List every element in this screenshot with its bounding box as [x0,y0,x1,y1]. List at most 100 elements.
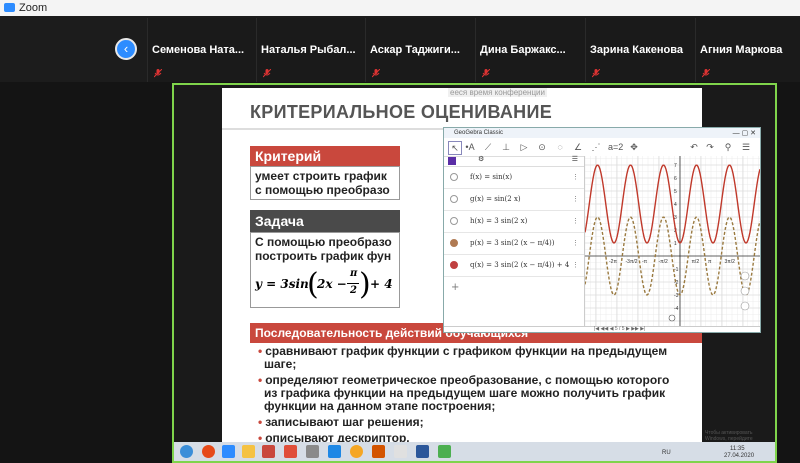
move-tool-icon[interactable]: ↖ [448,141,462,155]
participant-tile[interactable]: Зарина Какенова [585,18,695,82]
shared-screen: ееся время конференции КРИТЕРИАЛЬНОЕ ОЦЕ… [172,83,777,463]
task-line: построить график фун [255,249,392,263]
point-tool-icon[interactable]: •A [464,141,476,153]
participant-tile[interactable]: Агния Маркова [695,18,800,82]
y-tick-label: 6 [674,176,677,182]
sequence-bullet-cont: функции на данном этапе построения; [264,399,496,413]
windows-start-icon[interactable] [180,445,193,458]
formula-inner: 2x − [317,277,347,291]
chevron-left-icon: ‹ [123,41,129,56]
participant-tile[interactable]: Аскар Таджиги... [365,18,475,82]
reflect-tool-icon[interactable]: ⋰ [590,141,602,153]
more-icon[interactable]: ⋮ [572,233,579,254]
zoom-control-icon[interactable] [740,301,750,311]
sequence-bullet-cont: шаге; [264,357,297,371]
y-tick-label: -3 [674,293,679,299]
activation-note: Чтобы активировать Windows, перейдите [705,430,753,442]
polygon-tool-icon[interactable]: ▷ [518,141,530,153]
participant-name: Зарина Какенова [590,44,683,56]
algebra-expression: f(x) = sin(x) [470,173,513,181]
geogebra-icon[interactable] [438,445,451,458]
task-line: С помощью преобразо [255,235,392,249]
participant-tile[interactable]: Семенова Ната... [147,18,257,82]
sequence-bullet: • сравнивают график функции с графиком фу… [258,344,668,358]
x-tick-label: -π/2 [659,259,669,265]
participant-name: Агния Маркова [700,44,783,56]
powerpoint-icon[interactable] [372,445,385,458]
tray-time: 11:35 [730,446,745,452]
x-tick-label: -2π [609,259,617,265]
meeting-time-label: ееся время конференции [448,88,547,97]
y-tick-label: -4 [674,306,679,312]
app-icon[interactable] [262,445,275,458]
formula-paren-right: ) [359,267,371,302]
criterion-line: с помощью преобразо [255,183,390,197]
app-icon[interactable] [394,445,407,458]
chrome-icon[interactable] [350,445,363,458]
algebra-item[interactable]: g(x) = sin(2 x) ⋮ [444,189,584,211]
previous-page-button[interactable]: ‹ [115,38,137,60]
angle-tool-icon[interactable]: ∠ [572,141,584,153]
y-tick-label: 5 [674,189,677,195]
algebra-item[interactable]: h(x) = 3 sin(2 x) ⋮ [444,211,584,233]
y-tick-label: -1 [674,267,679,273]
sort-icon[interactable]: ☰ [572,155,578,163]
search-icon[interactable]: ⚲ [722,141,734,153]
redo-icon[interactable]: ↷ [704,141,716,153]
criterion-header: Критерий [250,146,400,166]
conic-tool-icon[interactable]: ◌ [554,141,566,153]
step-navigator[interactable]: |◀ ◀◀ ◀ 5 / 5 ▶ ▶▶ ▶| [594,326,645,332]
menu-icon[interactable]: ☰ [740,141,752,153]
algebra-expression: q(x) = 3 sin(2 (x − π/4)) + 4 [470,261,570,269]
app-icon[interactable] [306,445,319,458]
zoom-control-icon[interactable] [740,271,750,281]
input-plus-icon: + [451,282,460,293]
visibility-toggle-icon[interactable] [450,217,458,225]
word-icon[interactable] [416,445,429,458]
line-tool-icon[interactable]: ⟋ [482,141,494,153]
more-icon[interactable]: ⋮ [572,167,579,188]
algebra-item[interactable]: q(x) = 3 sin(2 (x − π/4)) + 4 ⋮ [444,255,584,277]
explorer-icon[interactable] [242,445,255,458]
opera-icon[interactable] [202,445,215,458]
undo-icon[interactable]: ↶ [688,141,700,153]
algebra-item[interactable]: f(x) = sin(x) ⋮ [444,167,584,189]
bullet-text: записывают шаг решения; [265,415,424,429]
criterion-box: умеет строить график с помощью преобразо [250,166,400,200]
slider-tool-icon[interactable]: a=2 [608,141,623,153]
y-tick-label: 4 [674,202,677,208]
zoom-control-icon[interactable] [740,286,750,296]
shared-taskbar [174,442,775,461]
more-icon[interactable]: ⋮ [572,189,579,210]
gear-icon[interactable]: ⚙ [478,155,484,163]
graphics-view[interactable]: -2π -3π/2 -π -π/2 π/2 π 3π/27654321-1-2-3-4 [585,156,760,326]
visibility-toggle-icon[interactable] [450,173,458,181]
style-color-icon[interactable] [448,157,456,165]
more-icon[interactable]: ⋮ [572,255,579,276]
algebra-input[interactable]: + [444,277,584,298]
visibility-toggle-icon[interactable] [450,239,458,247]
window-title-bar: Zoom [0,0,800,16]
visibility-toggle-icon[interactable] [450,261,458,269]
app-icon[interactable] [328,445,341,458]
bullet-text: сравнивают график функции с графиком фун… [265,344,668,358]
algebra-expression: h(x) = 3 sin(2 x) [470,217,528,225]
window-title: Zoom [19,2,48,14]
participant-tile[interactable]: Дина Баржакс... [475,18,585,82]
task-header: Задача [250,210,400,232]
participant-tile[interactable]: Наталья Рыбал... [256,18,366,82]
move-view-tool-icon[interactable]: ✥ [628,141,640,153]
zoom-icon[interactable] [222,445,235,458]
app-icon[interactable] [284,445,297,458]
geogebra-window[interactable]: GeoGebra Classic — ▢ ✕ ↖ •A ⟋ ⊥ ▷ ⊙ ◌ ∠ … [443,127,761,333]
algebra-item[interactable]: p(x) = 3 sin(2 (x − π/4)) ⋮ [444,233,584,255]
muted-mic-icon [482,69,490,78]
more-icon[interactable]: ⋮ [572,211,579,232]
visibility-toggle-icon[interactable] [450,195,458,203]
algebra-view: ⚙ ☰ f(x) = sin(x) ⋮ g(x) = sin(2 x) ⋮ h(x)… [444,156,585,326]
sequence-bullet: • записывают шаг решения; [258,415,424,429]
muted-mic-icon [592,69,600,78]
perpendicular-tool-icon[interactable]: ⊥ [500,141,512,153]
circle-tool-icon[interactable]: ⊙ [536,141,548,153]
y-tick-label: 1 [674,241,677,247]
